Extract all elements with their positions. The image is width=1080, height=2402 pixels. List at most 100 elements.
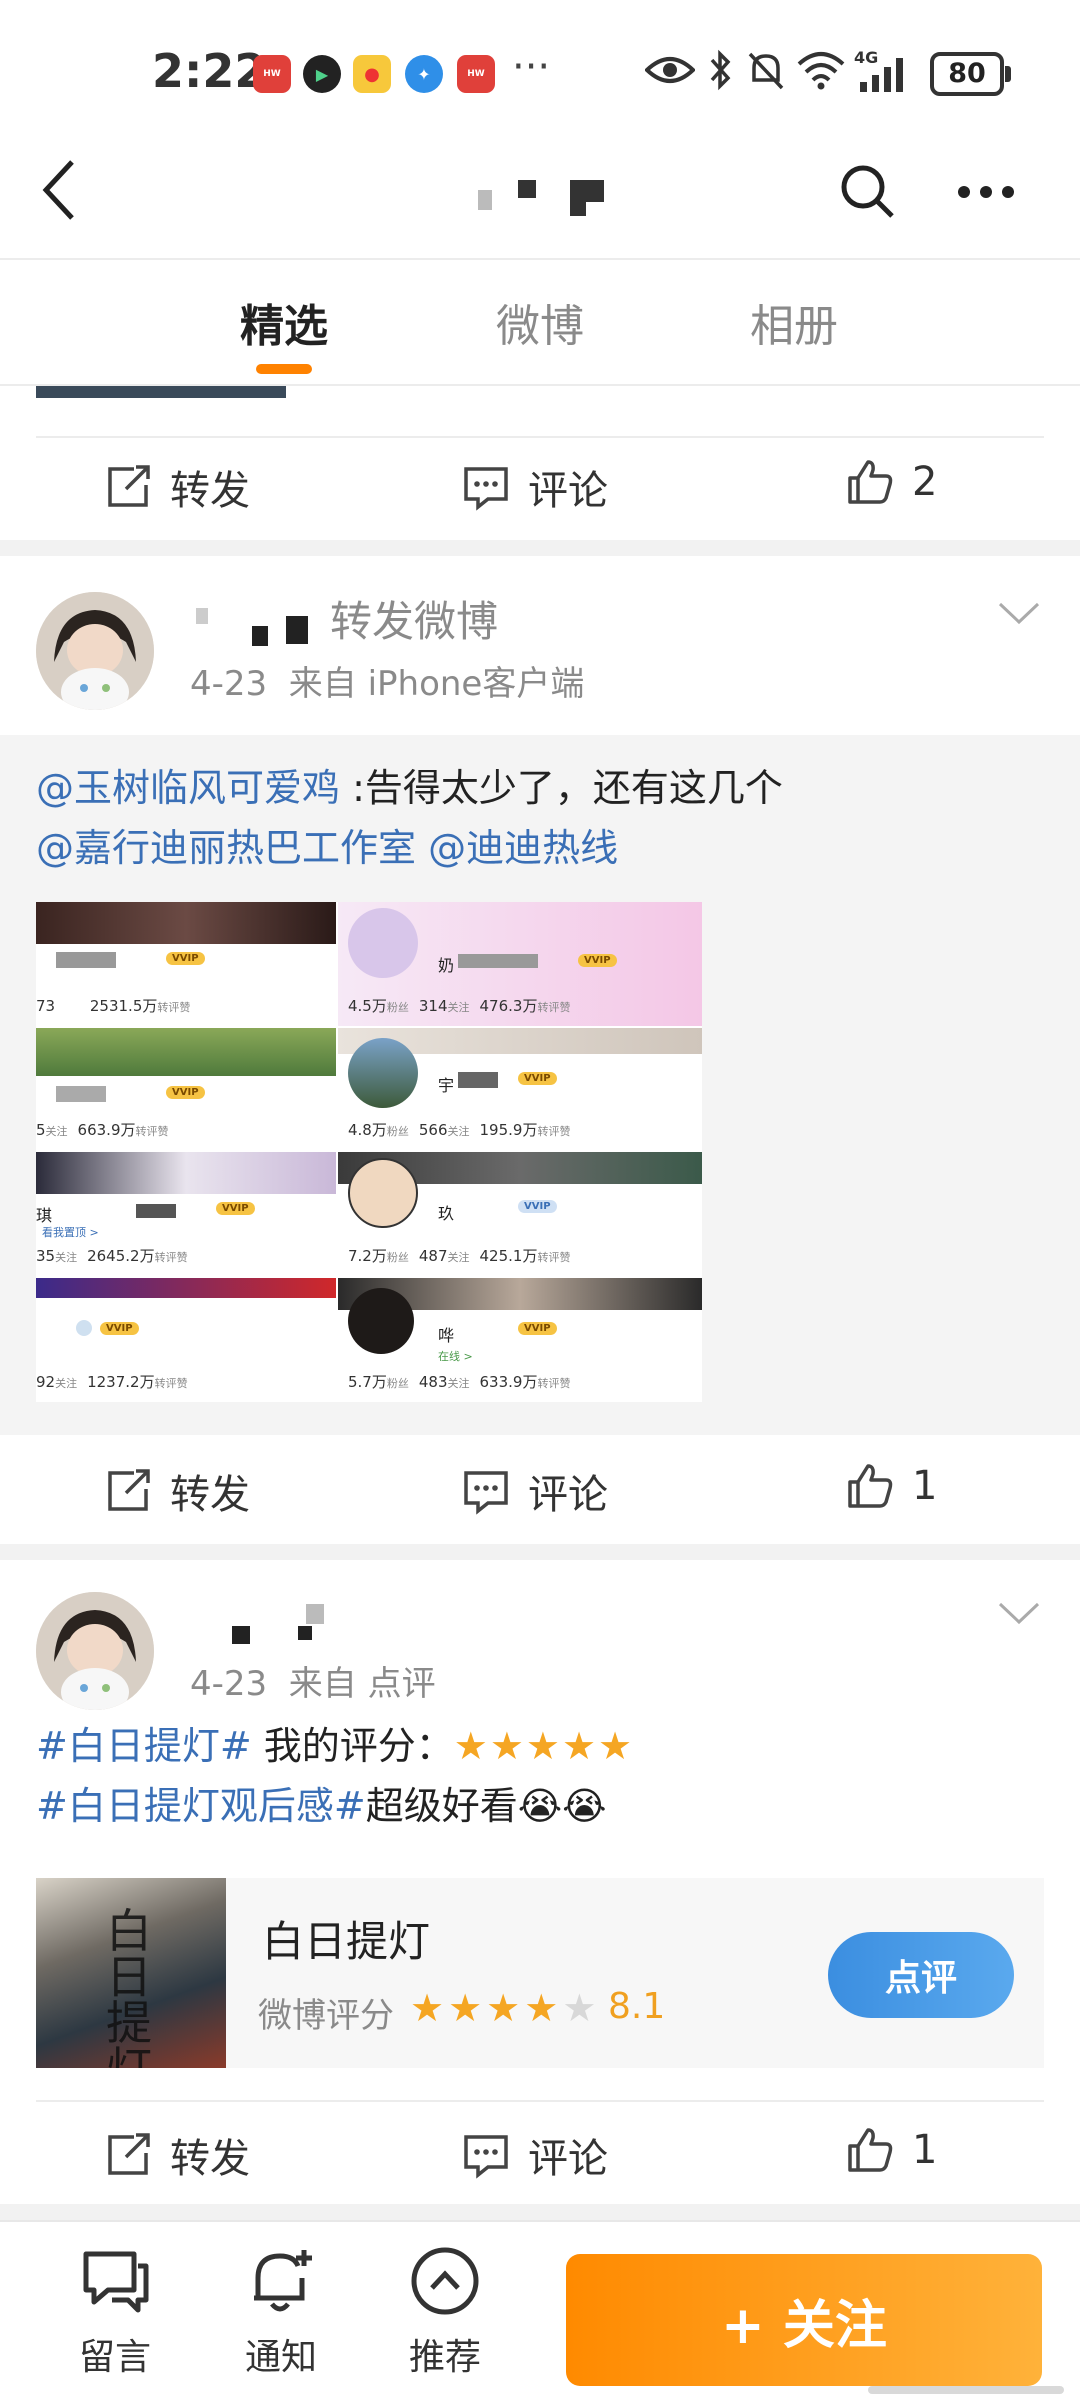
review-button[interactable]: 点评 [828, 1932, 1014, 2018]
hashtag-link[interactable]: #白日提灯# [36, 1724, 252, 1768]
wifi-icon [797, 52, 845, 90]
chevron-up-circle-icon [411, 2247, 479, 2315]
collage-cell: VVIP 73 2531.5万转评赞 [36, 902, 336, 1026]
nav-recommend[interactable]: 推荐 [408, 2244, 482, 2380]
post-separator [0, 2204, 1080, 2220]
more-dots-icon[interactable] [956, 184, 1016, 200]
repost-label: 转发 [170, 2136, 250, 2182]
username-redacted[interactable] [196, 604, 316, 648]
like-icon [848, 460, 893, 504]
browser-icon: ✦ [405, 55, 443, 93]
collage-cell: 哗 VVIP 在线 > 5.7万粉丝 483关注 633.9万转评赞 [338, 1278, 702, 1402]
star-filled-icon: ★ [448, 1986, 483, 2030]
video-app-icon: ▶ [303, 55, 341, 93]
collage-stats: 4.8万粉丝 566关注 195.9万转评赞 [348, 1121, 571, 1139]
post2-repost-button[interactable]: 转发 [104, 2126, 250, 2184]
like-count: 1 [912, 1463, 938, 1509]
bell-plus-icon [254, 2250, 312, 2312]
avatar-image [36, 1592, 154, 1710]
nav-notify[interactable]: 通知 [244, 2244, 318, 2380]
post-separator [0, 1544, 1080, 1560]
post1-like-button[interactable]: 1 [846, 1462, 937, 1510]
post0-repost-button[interactable]: 转发 [104, 458, 250, 516]
mention-link[interactable]: @玉树临风可爱鸡 [36, 766, 340, 810]
repost-icon [108, 465, 150, 507]
repost-text: @玉树临风可爱鸡 :告得太少了，还有这几个 @嘉行迪丽热巴工作室 @迪迪热线 [36, 758, 1036, 878]
collage-stats: 35关注 2645.2万转评赞 [36, 1247, 188, 1265]
vip-badge: VVIP [518, 1072, 557, 1085]
collage-stats: 7.2万粉丝 487关注 425.1万转评赞 [348, 1247, 571, 1265]
comment-icon [464, 1471, 508, 1515]
post0-divider [36, 436, 1044, 438]
post0-comment-button[interactable]: 评论 [462, 458, 608, 516]
collage-cell: 奶 VVIP 4.5万粉丝 314关注 476.3万转评赞 [338, 902, 702, 1026]
post2-comment-button[interactable]: 评论 [462, 2126, 608, 2184]
post2-like-button[interactable]: 1 [846, 2126, 937, 2174]
comment-label: 评论 [528, 2136, 608, 2182]
star-filled-icon: ★ [524, 1986, 559, 2030]
avatar[interactable] [36, 1592, 154, 1710]
post1-repost-button[interactable]: 转发 [104, 1462, 250, 1520]
post1-meta: 4-23 来自 iPhone客户端 [190, 664, 585, 704]
comment-label: 评论 [528, 1472, 608, 1518]
username-redacted[interactable] [226, 1596, 336, 1646]
vip-badge: VVIP [518, 1322, 557, 1335]
collage-cell: 玖 VVIP 7.2万粉丝 487关注 425.1万转评赞 [338, 1152, 702, 1276]
collage-stats: 5关注 663.9万转评赞 [36, 1121, 169, 1139]
mention-link[interactable]: @嘉行迪丽热巴工作室 [36, 826, 416, 870]
nav-notify-label: 通知 [244, 2337, 317, 2378]
nav-message[interactable]: 留言 [78, 2244, 152, 2380]
like-count: 2 [912, 459, 938, 505]
movie-score: 8.1 [608, 1986, 666, 2027]
tab-weibo[interactable]: 微博 [496, 290, 584, 354]
mention-link[interactable]: @迪迪热线 [428, 826, 618, 870]
comment-label: 评论 [528, 468, 608, 514]
tab-featured[interactable]: 精选 [240, 290, 328, 354]
post2-text: #白日提灯# 我的评分：★★★★★ #白日提灯观后感#超级好看😭😭 [36, 1716, 1036, 1836]
message-icon [83, 2251, 149, 2313]
movie-title: 白日提灯 [262, 1917, 431, 1966]
chevron-down-icon[interactable] [996, 1590, 1042, 1636]
vip-badge: VVIP [100, 1322, 139, 1335]
collage-cell: 琪 VVIP 看我置顶 > 35关注 2645.2万转评赞 [36, 1152, 336, 1276]
back-arrow-icon[interactable] [40, 158, 80, 222]
star-filled-icon: ★ [486, 1986, 521, 2030]
repost-image[interactable]: VVIP 73 2531.5万转评赞 VVIP 5关注 663.9万转评赞 琪 V… [36, 902, 702, 1402]
tab-album[interactable]: 相册 [750, 290, 838, 354]
star-filled-icon: ★ [410, 1986, 445, 2030]
avatar[interactable] [36, 592, 154, 710]
eye-icon [645, 57, 695, 83]
status-time: 2:22 [152, 44, 267, 98]
collage-stats: 4.5万粉丝 314关注 476.3万转评赞 [348, 997, 571, 1015]
movie-rating-stars: ★ ★ ★ ★ ★ [410, 1988, 596, 2028]
crying-emoji: 😭😭 [517, 1784, 607, 1828]
repost-icon [108, 2133, 150, 2175]
movie-rating-label: 微博评分 [258, 1996, 394, 2036]
status-more-icon: ··· [512, 44, 551, 90]
comment-icon [464, 467, 508, 511]
chevron-down-icon[interactable] [996, 590, 1042, 636]
huawei-appgallery-icon: HW [457, 55, 495, 93]
collage-cell: 宇 VVIP 4.8万粉丝 566关注 195.9万转评赞 [338, 1028, 702, 1150]
profile-title-redacted [478, 176, 618, 216]
post1-comment-button[interactable]: 评论 [462, 1462, 608, 1520]
post2-meta: 4-23 来自 点评 [190, 1664, 436, 1704]
signal-icon [860, 58, 903, 92]
poster-title: 白日提灯 [106, 1904, 152, 2068]
vip-badge: VVIP [166, 952, 205, 965]
like-icon [848, 1464, 893, 1508]
collage-cell: VVIP 5关注 663.9万转评赞 [36, 1028, 336, 1150]
repost-body: :告得太少了，还有这几个 [340, 766, 783, 810]
hashtag-link[interactable]: #白日提灯观后感# [36, 1784, 366, 1828]
weibo-icon: ● [353, 55, 391, 93]
huawei-appgallery-icon: HW [253, 55, 291, 93]
follow-button[interactable]: + 关注 [566, 2254, 1042, 2386]
battery-icon: 80 [930, 52, 1011, 96]
vip-badge: VVIP [216, 1202, 255, 1215]
collage-stats: 92关注 1237.2万转评赞 [36, 1373, 188, 1391]
search-icon[interactable] [838, 162, 896, 220]
avatar-image [36, 592, 154, 710]
post0-like-button[interactable]: 2 [846, 458, 937, 506]
home-indicator [868, 2386, 1064, 2394]
repost-label: 转发 [170, 468, 250, 514]
